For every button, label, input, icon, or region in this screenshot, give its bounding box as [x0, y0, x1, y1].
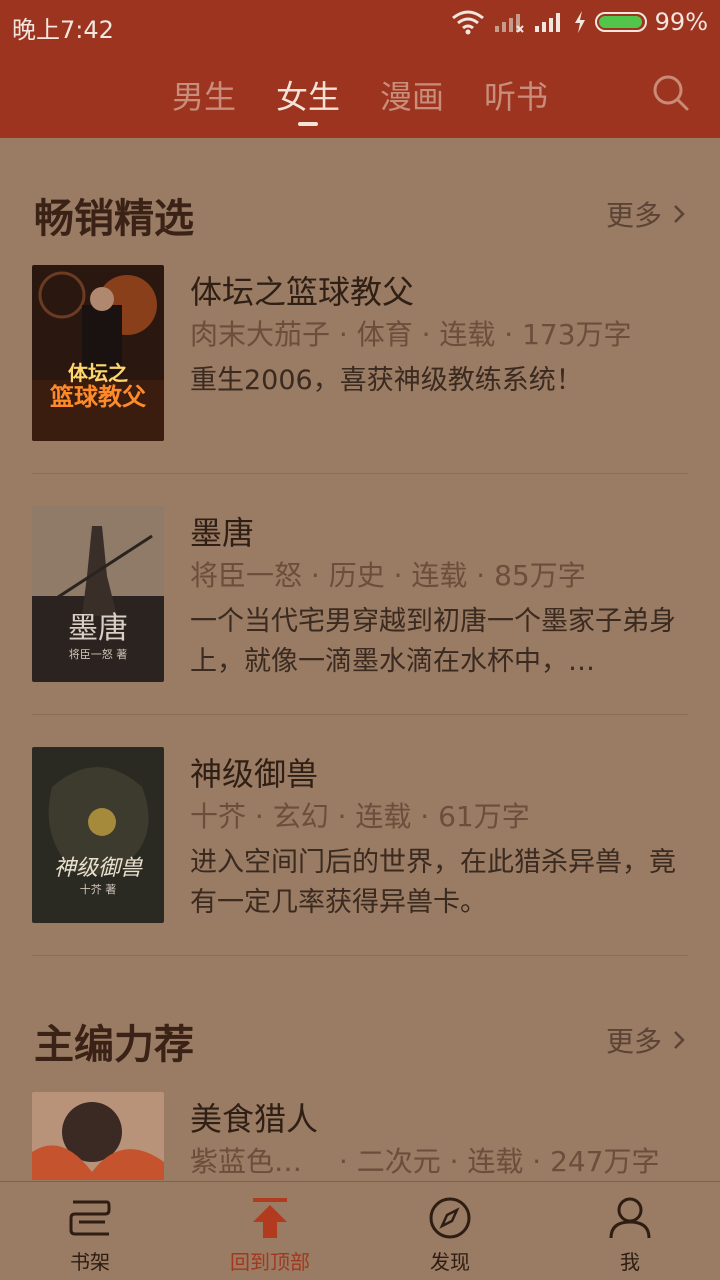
svg-text:神级御兽: 神级御兽 [54, 856, 143, 881]
book-item[interactable]: 美食猎人 紫蓝色… · 二次元 · 连载 · 247万字 [32, 1092, 688, 1180]
nav-discover[interactable]: 发现 [390, 1196, 510, 1275]
user-icon [609, 1197, 651, 1239]
book-description: 重生2006，喜获神级教练系统！ [190, 365, 583, 396]
book-item[interactable]: 神级御兽 十芥 著 神级御兽 十芥 · 玄幻 · 连载 · 61万字 进入空间门… [32, 747, 688, 947]
bookshelf-icon [69, 1200, 111, 1236]
nav-back-to-top[interactable]: 回到顶部 [210, 1196, 330, 1275]
search-icon[interactable] [652, 74, 690, 112]
book-title: 神级御兽 [190, 755, 319, 793]
arrow-up-icon [253, 1198, 287, 1238]
section-bestsellers: 畅销精选 更多 [34, 186, 686, 246]
charging-icon [574, 11, 585, 33]
book-meta: 十芥 · 玄幻 · 连载 · 61万字 [190, 800, 530, 833]
divider [32, 473, 688, 474]
more-label: 更多 [605, 199, 662, 232]
book-title: 体坛之篮球教父 [190, 273, 415, 311]
section-editors-picks: 主编力荐 更多 [34, 1012, 686, 1072]
nav-label: 书架 [70, 1250, 110, 1274]
bottom-nav: 书架 回到顶部 发现 我 [0, 1181, 720, 1280]
book-description: 一个当代宅男穿越到初唐一个墨家子弟身上，就像一滴墨水滴在水杯中，… [190, 606, 676, 677]
tab-comics[interactable]: 漫画 [380, 72, 444, 118]
book-cover: 墨唐 将臣一怒 著 [32, 506, 164, 682]
book-cover [32, 1092, 164, 1180]
battery-icon [594, 12, 647, 32]
book-title: 美食猎人 [190, 1100, 319, 1138]
cover-title: 体坛之 [68, 361, 128, 385]
book-title: 墨唐 [190, 514, 255, 552]
nav-bookshelf[interactable]: 书架 [30, 1196, 150, 1275]
status-bar: 晚上7:42 99% [0, 0, 720, 52]
nav-label: 回到顶部 [230, 1250, 310, 1274]
more-button[interactable]: 更多 [606, 194, 686, 234]
battery-level [598, 16, 643, 28]
divider [32, 714, 688, 715]
chevron-right-icon [674, 205, 685, 223]
book-cover: 神级御兽 十芥 著 [32, 747, 164, 923]
svg-text:十芥 著: 十芥 著 [80, 882, 117, 896]
nav-label: 我 [620, 1250, 640, 1274]
signal-weak-icon [494, 14, 524, 33]
tab-audiobooks[interactable]: 听书 [484, 72, 548, 118]
svg-text:将臣一怒 著: 将臣一怒 著 [69, 647, 128, 661]
nav-me[interactable]: 我 [570, 1196, 690, 1275]
nav-label: 发现 [430, 1250, 470, 1274]
more-label: 更多 [605, 1025, 662, 1058]
tab-male[interactable]: 男生 [172, 72, 236, 118]
signal-icon [534, 13, 560, 32]
section-title: 畅销精选 [34, 195, 194, 242]
more-button[interactable]: 更多 [606, 1020, 686, 1060]
tab-female[interactable]: 女生 [276, 72, 340, 118]
wifi-icon [451, 10, 484, 35]
top-tabs: 男生 女生 漫画 听书 [0, 52, 720, 138]
book-description: 进入空间门后的世界，在此猎杀异兽，竟有一定几率获得异兽卡。 [190, 847, 676, 918]
status-time: 晚上7:42 [12, 16, 114, 44]
battery-percent: 99% [654, 8, 708, 36]
divider [32, 955, 688, 956]
svg-text:墨唐: 墨唐 [68, 612, 128, 645]
compass-icon [429, 1197, 471, 1239]
section-title: 主编力荐 [34, 1021, 194, 1068]
book-item[interactable]: 墨唐 将臣一怒 著 墨唐 将臣一怒 · 历史 · 连载 · 85万字 一个当代宅… [32, 506, 688, 706]
svg-text:篮球教父: 篮球教父 [49, 383, 147, 411]
active-tab-indicator [298, 122, 318, 126]
status-icons: 99% [451, 8, 708, 36]
book-item[interactable]: 体坛之 篮球教父 体坛之篮球教父 肉末大茄子 · 体育 · 连载 · 173万字… [32, 265, 688, 465]
book-meta: 紫蓝色… · 二次元 · 连载 · 247万字 [190, 1145, 660, 1178]
chevron-right-icon [674, 1031, 685, 1049]
book-cover: 体坛之 篮球教父 [32, 265, 164, 441]
book-meta: 将臣一怒 · 历史 · 连载 · 85万字 [190, 559, 586, 592]
book-meta: 肉末大茄子 · 体育 · 连载 · 173万字 [190, 318, 632, 351]
